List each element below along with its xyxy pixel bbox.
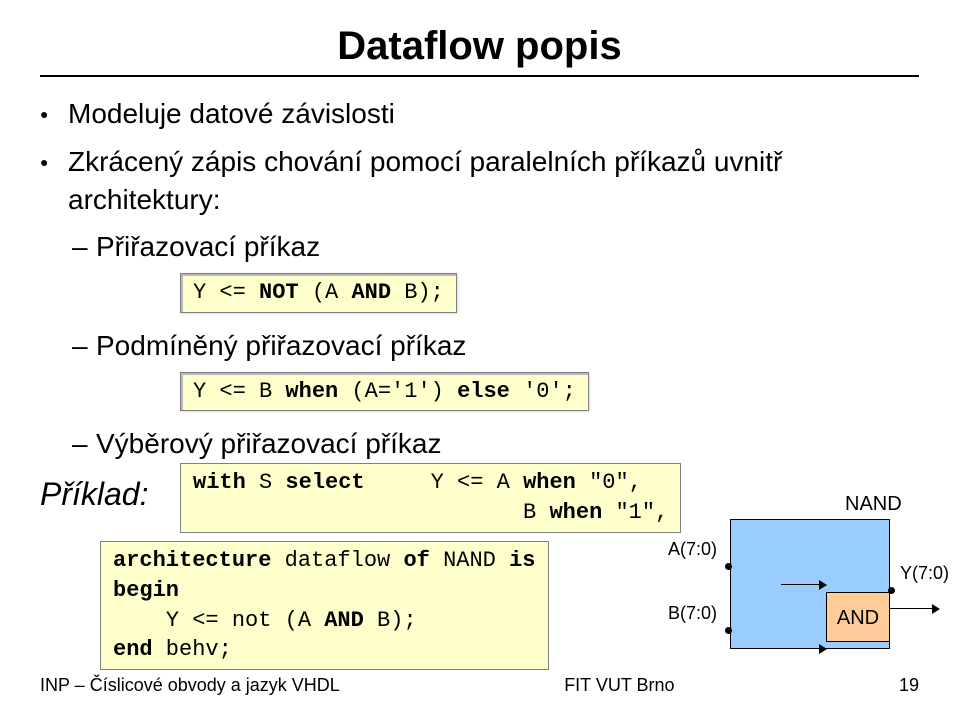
code-cond-text: Y <= B when (A='1') else '0'; [193,379,576,404]
code-architecture: architecture dataflow of NAND is begin Y… [100,541,549,670]
code-select: with S select Y <= A when "0", B when "1… [180,463,681,532]
bullet-shortform: Zkrácený zápis chování pomocí paralelníc… [40,143,919,219]
subbullet-assign: Přiřazovací příkaz [40,228,919,266]
code-cond: Y <= B when (A='1') else '0'; [180,372,589,412]
pin-b-label: B(7:0) [668,601,717,625]
wire-y [890,608,938,609]
port-y-dot [888,587,895,594]
footer-page-number: 19 [899,675,919,696]
footer-left: INP – Číslicové obvody a jazyk VHDL [40,675,340,696]
arrow-b-icon [819,644,827,654]
subbullet-cond: Podmíněný přiřazovací příkaz [40,327,919,365]
architecture-row: architecture dataflow of NAND is begin Y… [40,541,919,691]
bullet-list: Modeluje datové závislosti Zkrácený zápi… [40,95,919,691]
nand-box: AND [730,519,890,649]
arrow-y-icon [932,604,940,614]
code-assign: Y <= NOT (A AND B); [180,273,457,313]
bullet-models: Modeluje datové závislosti [40,95,919,133]
pin-y-label: Y(7:0) [900,561,949,585]
nand-diagram: NAND AND A(7:0) B(7:0) Y(7:0) [680,501,940,671]
code-assign-text: Y <= NOT (A AND B); [193,280,444,305]
subbullet-select: Výběrový přiřazovací příkaz [40,425,919,463]
footer-center: FIT VUT Brno [564,675,674,696]
and-box: AND [826,592,890,642]
arrow-a-icon [819,580,827,590]
slide-title: Dataflow popis [40,24,919,69]
example-label: Příklad: [40,473,148,516]
slide: Dataflow popis Modeluje datové závislost… [0,0,959,706]
title-rule [40,75,919,77]
nand-label: NAND [845,491,902,518]
footer: INP – Číslicové obvody a jazyk VHDL FIT … [40,675,919,696]
pin-a-label: A(7:0) [668,537,717,561]
